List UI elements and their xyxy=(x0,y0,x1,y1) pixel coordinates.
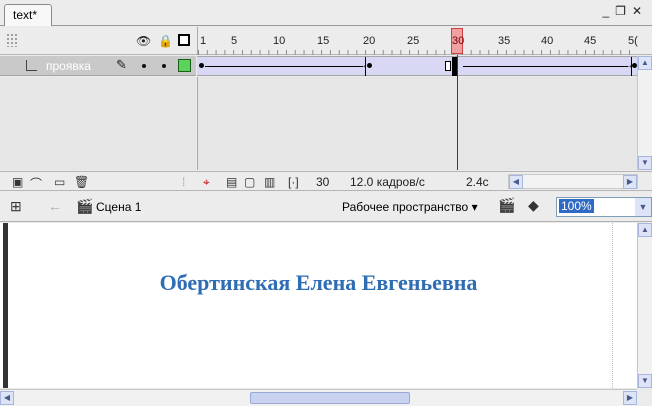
ruler-number: 1 xyxy=(200,35,207,47)
restore-icon[interactable]: ❐ xyxy=(615,4,632,18)
minimize-icon[interactable]: _ xyxy=(602,4,615,18)
scroll-right-button[interactable]: ▶ xyxy=(623,391,637,405)
current-frame-readout: 30 xyxy=(316,175,330,189)
playhead-frame-number: 30 xyxy=(452,35,465,47)
scroll-up-button[interactable]: ▲ xyxy=(638,56,652,70)
keyframe[interactable] xyxy=(199,63,204,68)
document-tab-bar: text* _❐✕ xyxy=(0,0,652,26)
stage-left-edge xyxy=(3,223,8,388)
ruler-number: 45 xyxy=(584,35,597,47)
stage-horizontal-scrollbar[interactable]: ◀ ▶ xyxy=(0,389,637,406)
layer-list-empty xyxy=(0,77,196,170)
pane-grip-icon[interactable]: ⁞ xyxy=(182,175,185,189)
lock-icon[interactable]: 🔒 xyxy=(158,34,173,48)
ruler-number: 35 xyxy=(498,35,511,47)
ruler-number: 25 xyxy=(407,35,420,47)
keyframe-separator xyxy=(365,57,366,76)
ruler-number: 10 xyxy=(273,35,286,47)
edit-bar: ⊞ ← 🎬 Сцена 1 Рабочее пространство ▾ 🎬 ◆… xyxy=(0,192,652,222)
ruler-number: 40 xyxy=(541,35,554,47)
timeline-horizontal-scrollbar[interactable]: ◀ ▶ xyxy=(508,174,638,189)
new-folder-icon[interactable]: ▭ xyxy=(54,175,65,189)
scroll-left-button[interactable]: ◀ xyxy=(0,391,14,405)
frames-empty xyxy=(197,77,637,170)
onion-markers-icon[interactable]: [·] xyxy=(288,175,299,189)
scroll-right-button[interactable]: ▶ xyxy=(623,175,637,189)
outline-icon[interactable] xyxy=(178,34,190,46)
tween-line xyxy=(205,66,363,67)
onion-outline-icon[interactable]: ▢ xyxy=(244,175,255,189)
ruler-ticks xyxy=(198,50,637,55)
keyframe[interactable] xyxy=(367,63,372,68)
chevron-down-icon[interactable]: ▼ xyxy=(635,198,651,216)
scroll-up-button[interactable]: ▲ xyxy=(638,223,652,237)
zoom-value: 100% xyxy=(559,199,594,213)
scene-name[interactable]: Сцена 1 xyxy=(96,200,141,214)
playhead-line xyxy=(457,55,458,170)
elapsed-time-readout: 2.4с xyxy=(466,175,489,189)
layer-frames[interactable]: → → xyxy=(197,56,637,76)
layer-outline-color[interactable] xyxy=(178,59,191,72)
workspace-label: Рабочее пространство xyxy=(342,200,469,214)
layer-row[interactable]: проявка ✎ xyxy=(0,56,196,76)
center-frame-icon[interactable]: ⌖ xyxy=(203,175,210,190)
back-arrow-icon[interactable]: ← xyxy=(48,198,62,214)
edit-symbols-icon[interactable]: ◆ xyxy=(528,197,539,214)
stage[interactable] xyxy=(0,223,637,388)
layer-visibility-dot[interactable] xyxy=(142,64,146,68)
zoom-select[interactable]: 100% ▼ xyxy=(556,197,652,217)
close-icon[interactable]: ✕ xyxy=(632,4,648,18)
scroll-down-button[interactable]: ▼ xyxy=(638,156,652,170)
ruler-number: 15 xyxy=(317,35,330,47)
document-tab-label: text* xyxy=(13,8,38,22)
layer-lock-dot[interactable] xyxy=(162,64,166,68)
timeline-vertical-scrollbar[interactable]: ▲ ▼ xyxy=(637,56,652,170)
new-layer-icon[interactable]: ▣ xyxy=(12,175,23,189)
eye-icon[interactable]: 👁 xyxy=(136,34,151,48)
frame-ruler[interactable]: 1 5 10 15 20 25 35 40 45 5( xyxy=(197,27,638,55)
layer-icon xyxy=(26,60,37,71)
timeline-header: 👁 🔒 1 5 10 15 20 25 35 40 45 5( xyxy=(0,27,652,55)
timeline-footer: ▣ ⌒ ▭ 🗑 ⁞ ⌖ ▤ ▢ ▥ [·] 30 12.0 кадров/с 2… xyxy=(0,171,652,191)
onion-skin-icon[interactable]: ▤ xyxy=(226,175,237,189)
scene-clapper-icon: 🎬 xyxy=(76,198,94,214)
delete-layer-icon[interactable]: 🗑 xyxy=(74,175,89,189)
stage-text[interactable]: Обертинская Елена Евгеньевна xyxy=(0,270,637,296)
window-controls: _❐✕ xyxy=(602,4,648,18)
frame-end-marker[interactable] xyxy=(445,61,451,71)
stage-vertical-scrollbar[interactable]: ▲ ▼ xyxy=(637,223,652,388)
layer-name[interactable]: проявка xyxy=(46,59,91,73)
ruler-number: 20 xyxy=(363,35,376,47)
scroll-left-button[interactable]: ◀ xyxy=(509,175,523,189)
timeline-toggle-icon[interactable]: ⊞ xyxy=(10,198,22,215)
ruler-number: 5( xyxy=(628,35,638,47)
frame-rate-readout: 12.0 кадров/с xyxy=(350,175,425,189)
scroll-down-button[interactable]: ▼ xyxy=(638,374,652,388)
edit-multiple-frames-icon[interactable]: ▥ xyxy=(264,175,275,189)
flash-editor-window: text* _❐✕ 👁 🔒 1 5 10 15 20 25 35 40 45 5… xyxy=(0,0,652,406)
stage-pasteboard xyxy=(612,223,637,388)
timeline-grip-icon[interactable] xyxy=(6,33,18,47)
pencil-icon: ✎ xyxy=(116,57,127,72)
ruler-number: 5 xyxy=(231,35,238,47)
tween-line xyxy=(463,66,628,67)
scrollbar-thumb[interactable] xyxy=(250,392,410,404)
edit-scene-icon[interactable]: 🎬 xyxy=(498,197,515,214)
document-tab[interactable]: text* xyxy=(4,4,52,26)
motion-guide-icon[interactable]: ⌒ xyxy=(30,175,42,192)
workspace-menu[interactable]: Рабочее пространство ▾ xyxy=(342,200,478,214)
